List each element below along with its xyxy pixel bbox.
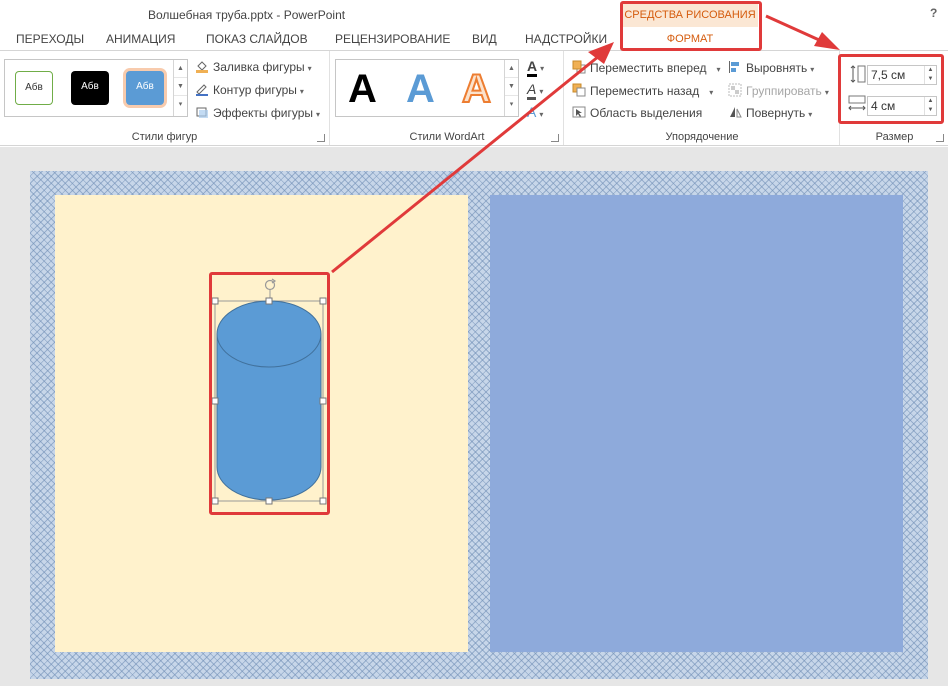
shape-style-swatch-dark[interactable]: Абв xyxy=(71,71,109,105)
shape-height-icon xyxy=(850,65,866,83)
tab-view[interactable]: ВИД xyxy=(472,28,497,50)
align-icon xyxy=(729,61,739,73)
tab-transitions[interactable]: ПЕРЕХОДЫ xyxy=(16,28,84,50)
right-panel[interactable] xyxy=(490,195,903,652)
wordart-styles-group: A A A ▲ ▼ ▾ A ▾ A ▾ A ▾ Стили WordArt xyxy=(331,51,564,145)
rotate-icon xyxy=(730,107,742,118)
shape-height-input[interactable]: 7,5 см ▲ ▼ xyxy=(867,65,937,85)
slide-workspace xyxy=(0,147,948,686)
gallery-down-icon[interactable]: ▼ xyxy=(505,78,518,96)
shape-outline-button[interactable]: Контур фигуры ▾ xyxy=(195,80,304,100)
selection-pane-icon xyxy=(572,106,586,118)
dropdown-arrow-icon: ▾ xyxy=(299,87,304,96)
shape-styles-group: Абв Абв Абв ▲ ▼ ▾ Заливка фигуры ▾ Контур… xyxy=(0,51,330,145)
shape-effects-button[interactable]: Эффекты фигуры ▾ xyxy=(195,103,320,123)
height-spinner[interactable]: ▲ ▼ xyxy=(924,66,936,84)
shape-styles-label: Стили фигур xyxy=(131,131,198,143)
tab-add-ins[interactable]: НАДСТРОЙКИ xyxy=(525,28,607,50)
ribbon-tabs: ПЕРЕХОДЫ АНИМАЦИЯ ПОКАЗ СЛАЙДОВ РЕЦЕНЗИР… xyxy=(0,28,948,50)
dialog-launcher-icon[interactable] xyxy=(317,134,325,142)
shape-style-swatch-blue[interactable]: Абв xyxy=(126,71,164,105)
dialog-launcher-icon[interactable] xyxy=(551,134,559,142)
dropdown-arrow-icon: ▾ xyxy=(808,110,813,119)
drawing-tools-header: СРЕДСТВА РИСОВАНИЯ xyxy=(622,3,758,27)
shape-width-input[interactable]: 4 см ▲ ▼ xyxy=(867,96,937,116)
wordart-styles-label: Стили WordArt xyxy=(409,131,485,143)
wordart-style-black[interactable]: A xyxy=(348,66,377,112)
width-spinner[interactable]: ▲ ▼ xyxy=(924,97,936,115)
tab-animations[interactable]: АНИМАЦИЯ xyxy=(106,28,175,50)
title-bar: Волшебная труба.pptx - PowerPoint ? xyxy=(0,0,948,28)
bring-forward-button[interactable]: Переместить вперед ▾ xyxy=(572,58,721,78)
selected-cylinder-shape[interactable] xyxy=(205,275,335,520)
dropdown-arrow-icon: ▾ xyxy=(539,87,544,96)
slide-canvas[interactable] xyxy=(30,171,928,679)
pencil-icon xyxy=(196,84,208,96)
wordart-gallery-scroll[interactable]: ▲ ▼ ▾ xyxy=(504,60,518,116)
arrange-group: Переместить вперед ▾ Переместить назад ▾ О… xyxy=(565,51,840,145)
tab-review[interactable]: РЕЦЕНЗИРОВАНИЕ xyxy=(335,28,450,50)
wordart-style-orange-outline[interactable]: A xyxy=(461,66,492,112)
text-outline-icon: A xyxy=(527,81,537,100)
tab-slide-show[interactable]: ПОКАЗ СЛАЙДОВ xyxy=(206,28,308,50)
document-title: Волшебная труба.pptx - PowerPoint xyxy=(148,8,346,22)
text-fill-icon: A xyxy=(527,58,538,77)
paint-bucket-icon xyxy=(196,61,208,73)
gallery-scroll[interactable]: ▲ ▼ ▾ xyxy=(173,60,187,116)
send-backward-icon xyxy=(572,83,586,97)
selection-pane-button[interactable]: Область выделения xyxy=(572,103,702,123)
shape-fill-button[interactable]: Заливка фигуры ▾ xyxy=(195,57,312,77)
dropdown-arrow-icon: ▾ xyxy=(709,88,714,97)
text-fill-button[interactable]: A ▾ xyxy=(527,56,545,77)
gallery-up-icon[interactable]: ▲ xyxy=(174,60,187,78)
dropdown-arrow-icon: ▾ xyxy=(540,64,545,73)
help-button[interactable]: ? xyxy=(930,6,937,20)
text-effects-icon: A xyxy=(527,104,537,120)
gallery-down-icon[interactable]: ▼ xyxy=(174,78,187,96)
shape-width-icon xyxy=(848,95,866,111)
dropdown-arrow-icon: ▾ xyxy=(307,64,312,73)
dropdown-arrow-icon: ▾ xyxy=(824,88,829,97)
send-backward-button[interactable]: Переместить назад ▾ xyxy=(572,81,713,101)
wordart-style-blue[interactable]: A xyxy=(406,66,435,112)
gallery-more-icon[interactable]: ▾ xyxy=(505,96,518,114)
rotate-button[interactable]: Повернуть ▾ xyxy=(728,103,812,123)
ribbon: Абв Абв Абв ▲ ▼ ▾ Заливка фигуры ▾ Контур… xyxy=(0,50,948,146)
shape-styles-gallery: Абв Абв Абв ▲ ▼ ▾ xyxy=(4,59,188,117)
shape-style-swatch-outline[interactable]: Абв xyxy=(15,71,53,105)
arrange-label: Упорядочение xyxy=(665,131,739,143)
text-outline-button[interactable]: A ▾ xyxy=(527,79,544,100)
group-button[interactable]: Группировать ▾ xyxy=(728,81,829,101)
dropdown-arrow-icon: ▾ xyxy=(810,65,815,74)
dropdown-arrow-icon: ▾ xyxy=(716,65,721,74)
size-group: 7,5 см ▲ ▼ 4 см ▲ ▼ Размер xyxy=(841,51,948,145)
shape-effects-icon xyxy=(196,107,208,118)
bring-forward-icon xyxy=(572,60,586,74)
gallery-up-icon[interactable]: ▲ xyxy=(505,60,518,78)
wordart-gallery: A A A ▲ ▼ ▾ xyxy=(335,59,519,117)
dialog-launcher-icon[interactable] xyxy=(936,134,944,142)
group-icon xyxy=(728,83,742,97)
dropdown-arrow-icon: ▾ xyxy=(316,110,321,119)
size-label: Размер xyxy=(875,131,914,143)
align-button[interactable]: Выровнять ▾ xyxy=(728,58,814,78)
gallery-more-icon[interactable]: ▾ xyxy=(174,96,187,114)
dropdown-arrow-icon: ▾ xyxy=(539,110,544,119)
text-effects-button[interactable]: A ▾ xyxy=(527,102,543,122)
